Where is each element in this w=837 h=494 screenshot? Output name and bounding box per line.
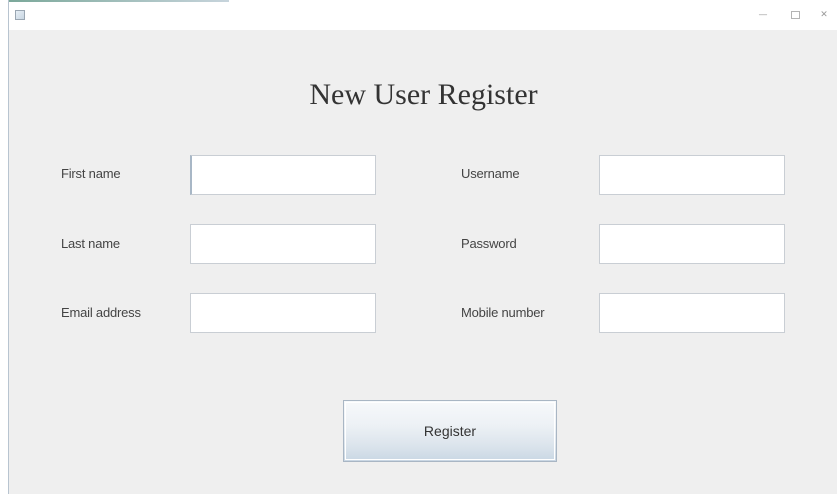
title-bar-accent	[9, 0, 229, 2]
last-name-field[interactable]	[190, 224, 376, 264]
title-bar: — ✕	[9, 0, 837, 30]
username-label: Username	[461, 166, 520, 181]
email-address-label: Email address	[61, 305, 141, 320]
maximize-icon	[790, 11, 800, 19]
email-address-field[interactable]	[190, 293, 376, 333]
last-name-label: Last name	[61, 236, 120, 251]
password-label: Password	[461, 236, 517, 251]
register-button[interactable]: Register	[343, 400, 557, 462]
password-field[interactable]	[599, 224, 785, 264]
maximize-button[interactable]	[786, 8, 804, 22]
register-button-label: Register	[423, 423, 477, 439]
app-icon	[15, 10, 25, 20]
form-title: New User Register	[309, 78, 538, 111]
first-name-label: First name	[61, 166, 121, 181]
close-button[interactable]: ✕	[815, 8, 833, 22]
register-window: — ✕ New User Register First name Last na…	[8, 0, 837, 494]
mobile-number-label: Mobile number	[461, 305, 545, 320]
minimize-button[interactable]: —	[754, 8, 772, 22]
first-name-field[interactable]	[190, 155, 376, 195]
mobile-number-field[interactable]	[599, 293, 785, 333]
username-field[interactable]	[599, 155, 785, 195]
